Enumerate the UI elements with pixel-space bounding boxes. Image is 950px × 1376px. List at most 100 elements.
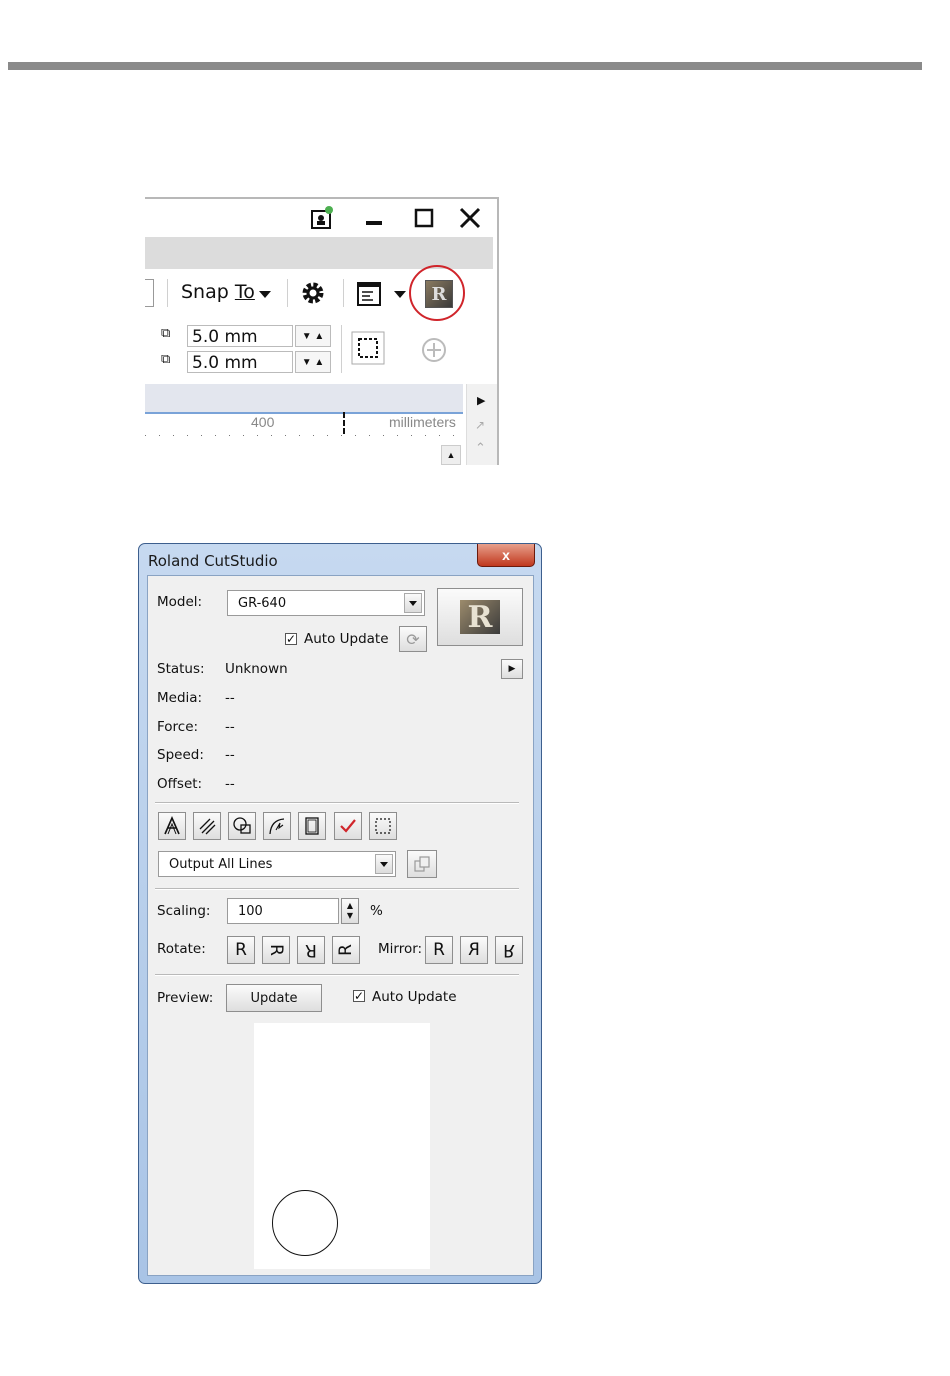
duplicate-x-icon: ⧉ (161, 325, 171, 340)
force-value: -- (225, 719, 235, 735)
snap-to-button[interactable]: Snap To (181, 281, 255, 303)
snap-to-accel: To (234, 281, 255, 303)
shapes-icon[interactable] (228, 812, 256, 840)
offset-value: -- (225, 776, 235, 792)
preview-label: Preview: (157, 990, 214, 1006)
offset-label: Offset: (157, 776, 203, 792)
ruler-tick-label: 400 (251, 414, 275, 430)
minimize-icon[interactable] (359, 203, 389, 233)
force-label: Force: (157, 719, 199, 735)
add-page-icon[interactable] (421, 337, 447, 368)
ruler-unit-label: millimeters (389, 414, 456, 430)
status-value: Unknown (225, 661, 288, 677)
rotate-270-glyph: R (336, 944, 356, 956)
toolbar-separator (341, 325, 342, 373)
preview-auto-update-label: Auto Update (372, 989, 457, 1005)
toolbar-separator (287, 279, 288, 307)
mirror-vertical-button[interactable]: R (495, 936, 523, 964)
window-controls (297, 203, 497, 233)
selection-icon[interactable] (369, 812, 397, 840)
rotate-180-button[interactable]: R (297, 936, 325, 964)
options-gear-icon[interactable] (299, 279, 327, 312)
rotate-90-button[interactable]: R (262, 936, 290, 964)
document-properties-icon[interactable] (356, 281, 382, 312)
expand-arrow-icon[interactable]: ▶ (477, 394, 485, 407)
model-select[interactable]: GR-640 (227, 590, 425, 616)
scaling-input[interactable]: 100 (227, 898, 339, 924)
nudge-x-spinner[interactable]: ▼ ▲ (295, 325, 331, 347)
cutstudio-window: Roland CutStudio x Model: GR-640 R ✓ Aut… (138, 543, 542, 1284)
check-icon[interactable] (334, 812, 362, 840)
account-icon[interactable] (307, 203, 337, 233)
output-mode-value: Output All Lines (169, 856, 273, 872)
mirror-label: Mirror: (378, 941, 423, 957)
horizontal-ruler: 400 millimeters (145, 412, 463, 440)
output-mode-select[interactable]: Output All Lines (158, 851, 396, 877)
mirror-horizontal-button[interactable]: R (460, 936, 488, 964)
ruler-ticks (145, 435, 463, 436)
chevron-down-icon[interactable] (375, 854, 393, 874)
update-preview-button[interactable]: Update (226, 984, 322, 1012)
model-label: Model: (157, 594, 203, 610)
duplicate-y-icon: ⧉ (161, 351, 171, 366)
toolbar-overflow-handle[interactable] (145, 279, 154, 307)
roland-logo-icon: R (460, 600, 500, 635)
snap-to-label: Snap (181, 281, 235, 303)
nudge-y-input[interactable]: 5.0 mm (187, 351, 293, 373)
auto-update-checkbox[interactable]: ✓ (285, 633, 297, 645)
docker-bar (145, 384, 463, 414)
speed-value: -- (225, 747, 235, 763)
scaling-unit: % (370, 903, 383, 919)
scaling-value: 100 (238, 903, 263, 919)
curve-icon[interactable] (263, 812, 291, 840)
close-icon[interactable] (455, 203, 485, 233)
copy-output-icon[interactable] (407, 850, 437, 878)
rotate-0-button[interactable]: R (227, 936, 255, 964)
speed-label: Speed: (157, 747, 204, 763)
divider (155, 974, 519, 976)
auto-update-label: Auto Update (304, 631, 389, 647)
toolbar-separator (343, 279, 344, 307)
frame-icon[interactable] (298, 812, 326, 840)
rotate-label: Rotate: (157, 941, 206, 957)
window-close-button[interactable]: x (477, 544, 535, 567)
refresh-icon[interactable]: ⟳ (399, 626, 427, 652)
snap-to-dropdown-icon[interactable] (259, 291, 271, 298)
maximize-icon[interactable] (409, 203, 439, 233)
media-label: Media: (157, 690, 203, 706)
font-outline-icon[interactable] (158, 812, 186, 840)
ruler-cursor-marker (343, 412, 345, 434)
divider (155, 888, 519, 890)
property-bar-background (145, 237, 493, 269)
page-frame-icon[interactable] (351, 331, 385, 370)
cutstudio-launch-button[interactable]: R (437, 588, 523, 646)
mirror-none-button[interactable]: R (425, 936, 453, 964)
docker-scroll-strip[interactable]: ▶ ↗ ⌃ (466, 384, 497, 465)
window-title: Roland CutStudio (148, 552, 278, 570)
nudge-x-input[interactable]: 5.0 mm (187, 325, 293, 347)
mirror-vertical-glyph: R (503, 940, 515, 960)
document-properties-dropdown-icon[interactable] (394, 291, 406, 298)
preview-canvas (254, 1023, 430, 1269)
coreldraw-toolbar-crop: Snap To R ⧉ 5.0 mm ▼ ▲ ⧉ 5.0 mm ▼ ▲ 400 … (145, 197, 499, 465)
model-select-value: GR-640 (238, 595, 287, 611)
pin-icon[interactable]: ↗ (475, 418, 485, 432)
scroll-up-icon[interactable]: ⌃ (475, 440, 486, 456)
toolbar-separator (167, 279, 168, 307)
scaling-label: Scaling: (157, 903, 211, 919)
mirror-horizontal-glyph: R (468, 940, 480, 960)
status-expand-button[interactable]: ▶ (501, 659, 523, 679)
hatch-icon[interactable] (193, 812, 221, 840)
rotate-90-glyph: R (266, 944, 286, 956)
rotate-180-glyph: R (305, 940, 317, 960)
chevron-down-icon[interactable] (404, 593, 422, 613)
nudge-y-spinner[interactable]: ▼ ▲ (295, 351, 331, 373)
scaling-stepper[interactable]: ▲ ▼ (341, 898, 359, 924)
rotate-270-button[interactable]: R (332, 936, 360, 964)
scroll-up-button[interactable]: ▲ (441, 445, 461, 465)
cutstudio-client-area: Model: GR-640 R ✓ Auto Update ⟳ Status: … (147, 575, 534, 1276)
nudge-distance-group: ⧉ 5.0 mm ▼ ▲ ⧉ 5.0 mm ▼ ▲ (145, 319, 493, 379)
status-label: Status: (157, 661, 205, 677)
divider (155, 802, 519, 804)
preview-auto-update-checkbox[interactable]: ✓ (353, 990, 365, 1002)
